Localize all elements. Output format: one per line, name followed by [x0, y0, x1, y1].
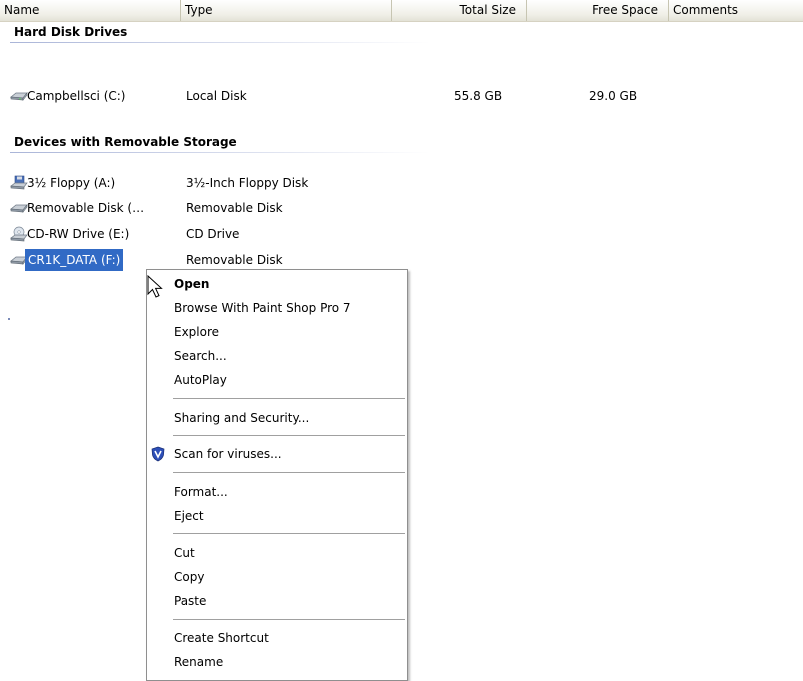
drive-row-f[interactable]: CR1K_DATA (F:) Removable Disk	[0, 249, 803, 271]
menu-item-explore[interactable]: Explore	[174, 321, 219, 343]
mouse-pointer-icon	[147, 275, 163, 298]
column-total-size[interactable]: Total Size	[392, 0, 527, 21]
group-removable-storage: Devices with Removable Storage	[14, 135, 237, 149]
group-divider	[10, 152, 430, 153]
menu-item-sharing-security[interactable]: Sharing and Security...	[174, 407, 309, 429]
menu-separator	[173, 533, 405, 534]
menu-item-eject[interactable]: Eject	[174, 505, 204, 527]
menu-item-search[interactable]: Search...	[174, 345, 227, 367]
menu-separator	[173, 398, 405, 399]
column-type[interactable]: Type	[181, 0, 392, 21]
menu-item-cut[interactable]: Cut	[174, 542, 195, 564]
group-divider	[10, 42, 430, 43]
drive-type: Removable Disk	[186, 201, 283, 215]
menu-item-open[interactable]: Open	[174, 273, 209, 295]
drive-name: Campbellsci (C:)	[27, 89, 126, 103]
menu-item-rename[interactable]: Rename	[174, 651, 223, 673]
stray-pixel	[8, 318, 10, 320]
menu-item-browse-paint-shop-pro[interactable]: Browse With Paint Shop Pro 7	[174, 297, 351, 319]
drive-row-e[interactable]: CD-RW Drive (E:) CD Drive	[0, 223, 803, 245]
floppy-drive-icon	[10, 175, 28, 190]
removable-disk-icon	[10, 204, 28, 213]
menu-separator	[173, 435, 405, 436]
menu-item-paste[interactable]: Paste	[174, 590, 206, 612]
menu-item-copy[interactable]: Copy	[174, 566, 204, 588]
group-hard-disk-drives: Hard Disk Drives	[14, 25, 128, 39]
menu-separator	[173, 472, 405, 473]
menu-item-format[interactable]: Format...	[174, 481, 228, 503]
drive-row-c[interactable]: Campbellsci (C:) Local Disk 55.8 GB 29.0…	[0, 85, 803, 107]
menu-item-autoplay[interactable]: AutoPlay	[174, 369, 227, 391]
drive-free-space: 29.0 GB	[589, 89, 638, 103]
context-menu: Open Browse With Paint Shop Pro 7 Explor…	[146, 269, 408, 681]
drive-name-selected: CR1K_DATA (F:)	[25, 249, 124, 271]
drive-type: Removable Disk	[186, 253, 283, 267]
drive-name: 3½ Floppy (A:)	[27, 176, 116, 190]
menu-separator	[173, 619, 405, 620]
drive-name: CD-RW Drive (E:)	[27, 227, 130, 241]
menu-item-create-shortcut[interactable]: Create Shortcut	[174, 627, 269, 649]
hard-disk-icon	[10, 92, 28, 101]
cd-drive-icon	[10, 226, 28, 242]
drive-row-d[interactable]: Removable Disk (… Removable Disk	[0, 197, 803, 219]
drive-row-a[interactable]: 3½ Floppy (A:) 3½-Inch Floppy Disk	[0, 172, 803, 194]
column-name[interactable]: Name	[0, 0, 181, 21]
menu-item-scan-viruses[interactable]: Scan for viruses...	[174, 443, 282, 465]
column-comments[interactable]: Comments	[669, 0, 803, 21]
drive-type: 3½-Inch Floppy Disk	[186, 176, 309, 190]
antivirus-shield-icon	[151, 446, 165, 462]
drive-type: Local Disk	[186, 89, 247, 103]
drive-name: Removable Disk (…	[27, 201, 145, 215]
drive-type: CD Drive	[186, 227, 240, 241]
drive-total-size: 55.8 GB	[454, 89, 503, 103]
column-header-bar: Name Type Total Size Free Space Comments	[0, 0, 803, 22]
column-free-space[interactable]: Free Space	[527, 0, 669, 21]
